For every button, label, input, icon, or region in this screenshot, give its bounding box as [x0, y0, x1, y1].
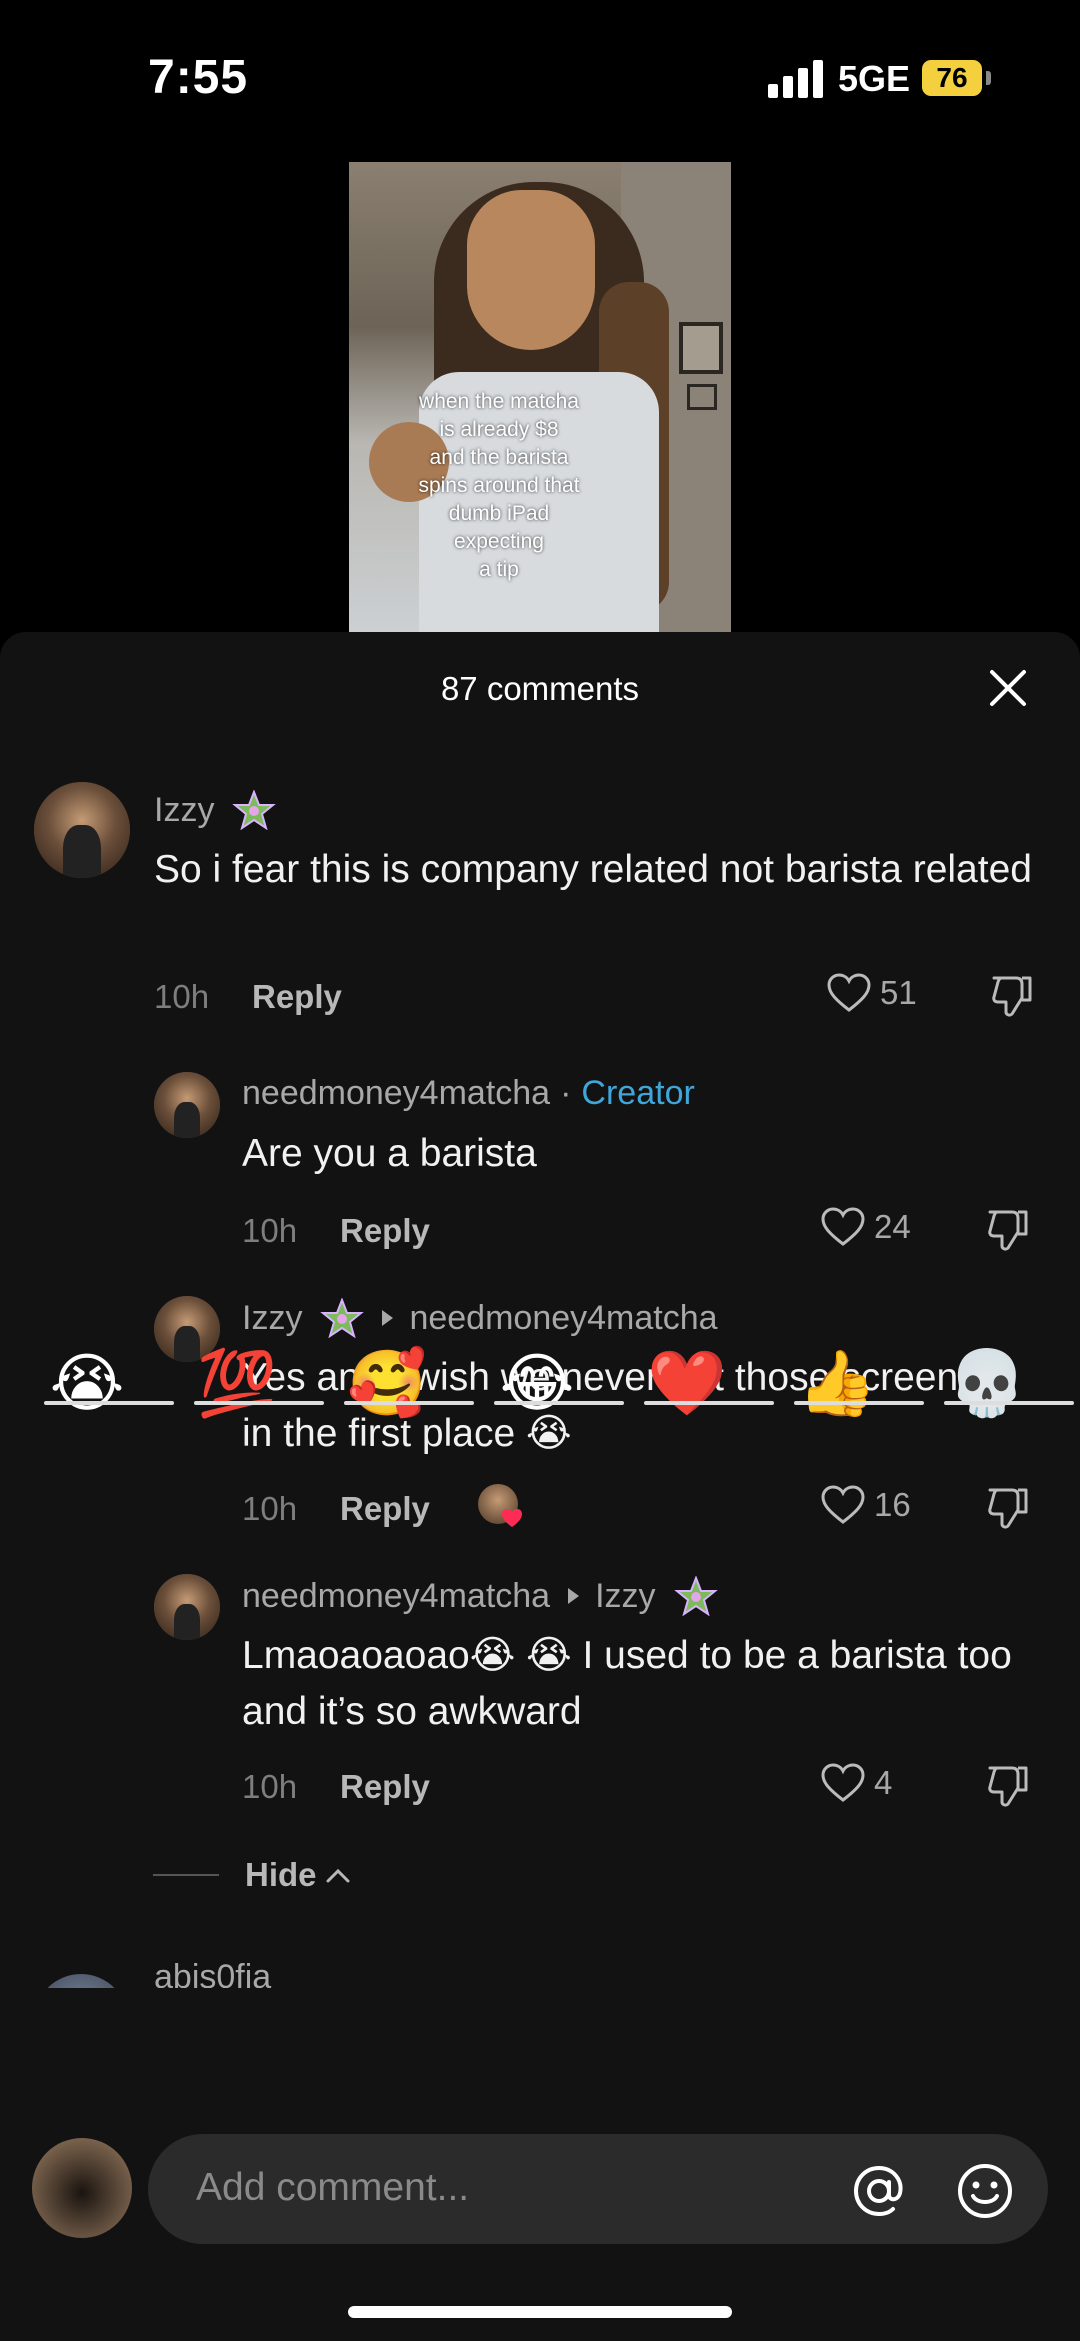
like-count: 24: [874, 1208, 911, 1245]
video-person-face: [467, 190, 595, 350]
avatar[interactable]: [154, 1072, 220, 1138]
comments-count-title: 87 comments: [440, 670, 640, 707]
close-icon[interactable]: [986, 666, 1030, 710]
comment-username-row: needmoney4matcha · Creator: [242, 1074, 695, 1113]
emoji-underline: [344, 1401, 474, 1405]
separator-dot: ·: [560, 1074, 572, 1112]
reply-to-username[interactable]: needmoney4matcha: [409, 1299, 717, 1338]
star-badge-icon: [673, 1576, 718, 1616]
reply-button[interactable]: Reply: [340, 1212, 430, 1250]
emoji-loudly-crying[interactable]: 😭: [22, 1346, 152, 1422]
avatar: [34, 1974, 128, 1988]
hide-label: Hide: [245, 1856, 317, 1893]
network-type: 5GE: [838, 58, 911, 99]
emoji-picker-icon[interactable]: [954, 2160, 1016, 2222]
heart-icon: [821, 1763, 865, 1802]
reply-button[interactable]: Reply: [340, 1768, 430, 1806]
emoji-underline: [794, 1401, 924, 1405]
cellular-signal-icon: [768, 58, 824, 98]
comment-username[interactable]: needmoney4matcha: [242, 1074, 550, 1113]
video-wall-frame-small: [687, 384, 717, 410]
like-count: 51: [880, 974, 917, 1011]
emoji-skull[interactable]: 💀: [922, 1346, 1052, 1422]
emoji-smiling-hearts[interactable]: 🥰: [322, 1346, 452, 1422]
like-button[interactable]: 24: [820, 1206, 911, 1248]
dislike-icon[interactable]: [986, 1484, 1030, 1530]
star-badge-icon: [232, 790, 277, 830]
like-count: 16: [874, 1486, 911, 1523]
avatar[interactable]: [154, 1574, 220, 1640]
chevron-up-icon: [326, 1868, 350, 1883]
video-wall-frame: [679, 322, 723, 374]
comment-text: So i fear this is company related not ba…: [154, 848, 1032, 891]
comment-username-row: Izzy needmoney4matcha: [242, 1298, 718, 1338]
emoji-red-heart[interactable]: ❤️: [622, 1346, 752, 1422]
heart-icon: [821, 1207, 865, 1246]
emoji-tears-of-joy[interactable]: 😂: [472, 1346, 602, 1422]
comments-sheet: 87 comments Izzy So i fear this is compa…: [0, 632, 1080, 2341]
reply-to-username[interactable]: Izzy: [595, 1577, 655, 1616]
comment-username-row: needmoney4matcha Izzy: [242, 1576, 718, 1616]
emoji-underline: [194, 1401, 324, 1405]
comment-username: abis0fia: [154, 1958, 272, 1988]
like-count: 4: [874, 1764, 893, 1801]
video-preview[interactable]: when the matcha is already $8 and the ba…: [349, 162, 731, 632]
current-user-avatar[interactable]: [32, 2138, 132, 2238]
emoji-underline: [644, 1401, 774, 1405]
hide-replies-button[interactable]: Hide: [153, 1856, 351, 1894]
mention-at-icon[interactable]: [848, 2160, 910, 2222]
creator-tag: Creator: [581, 1074, 695, 1112]
comment-username[interactable]: Izzy: [154, 791, 214, 830]
emoji-thumbs-up[interactable]: 👍: [772, 1346, 902, 1422]
comment-username[interactable]: needmoney4matcha: [242, 1577, 550, 1616]
hide-divider: [153, 1874, 219, 1876]
status-bar: 7:55 5GE 76: [0, 0, 1080, 150]
reply-arrow-icon: [382, 1310, 394, 1326]
battery-cap: [986, 71, 991, 85]
heart-icon: [821, 1485, 865, 1524]
emoji-quick-bar: 😭 💯 🥰 😂 ❤️ 👍 💀: [0, 1346, 1080, 1436]
emoji-underline: [44, 1401, 174, 1405]
red-heart-icon: [502, 1509, 522, 1527]
comment-time: 10h: [242, 1212, 298, 1249]
dislike-icon[interactable]: [986, 1206, 1030, 1252]
comment-input[interactable]: Add comment...: [148, 2134, 1048, 2244]
avatar[interactable]: [34, 782, 130, 878]
like-button[interactable]: 51: [826, 972, 917, 1014]
comment-time: 10h: [242, 1768, 298, 1805]
star-badge-icon: [320, 1298, 365, 1338]
comment-text: Are you a barista: [242, 1132, 537, 1175]
battery-icon: 76: [922, 60, 982, 96]
emoji-underline: [944, 1401, 1074, 1405]
reply-button[interactable]: Reply: [340, 1490, 430, 1528]
comment-text: Lmaoaoaoao😭 😭 I used to be a barista too…: [242, 1634, 1012, 1733]
comment-username-row: Izzy: [154, 790, 277, 830]
reply-button[interactable]: Reply: [252, 978, 342, 1016]
comment-time: 10h: [242, 1490, 298, 1527]
video-caption: when the matcha is already $8 and the ba…: [418, 390, 580, 581]
comment-username[interactable]: Izzy: [242, 1299, 302, 1338]
liked-by-creator: [478, 1484, 524, 1530]
emoji-underline: [494, 1401, 624, 1405]
like-button[interactable]: 4: [820, 1762, 892, 1804]
comment-time: 10h: [154, 978, 210, 1015]
comment-input-placeholder: Add comment...: [196, 2166, 470, 2209]
reply-arrow-icon: [568, 1588, 580, 1604]
dislike-icon[interactable]: [986, 1762, 1030, 1808]
next-comment-partial[interactable]: abis0fia: [0, 1948, 1080, 1988]
heart-icon: [827, 973, 871, 1012]
dislike-icon[interactable]: [990, 972, 1034, 1018]
like-button[interactable]: 16: [820, 1484, 911, 1526]
home-indicator[interactable]: [348, 2306, 732, 2318]
status-time: 7:55: [148, 51, 249, 104]
emoji-hundred[interactable]: 💯: [172, 1346, 302, 1422]
